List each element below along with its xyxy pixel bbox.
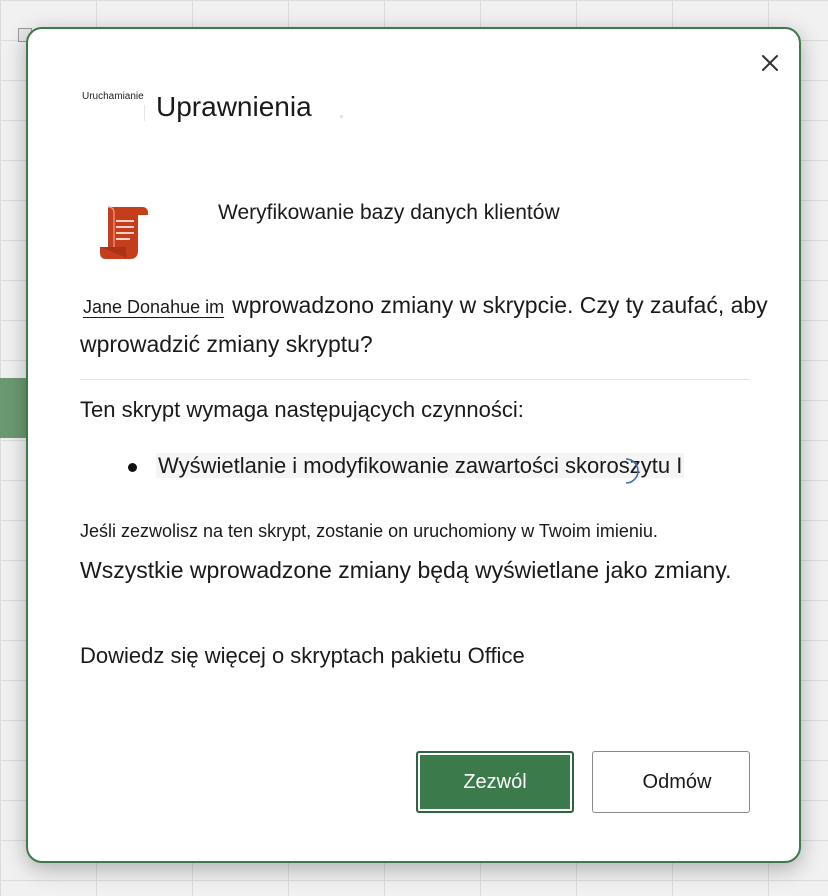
run-label: Uruchamianie	[82, 91, 144, 102]
permission-text: Wyświetlanie i modyfikowanie zawartości …	[156, 453, 685, 478]
bullet-icon	[128, 463, 137, 472]
script-scroll-icon	[94, 201, 156, 263]
script-name: Weryfikowanie bazy danych klientów	[218, 201, 560, 224]
list-item: Wyświetlanie i modyfikowanie zawartości …	[128, 453, 685, 479]
requires-heading: Ten skrypt wymaga następujących czynnośc…	[80, 397, 524, 422]
dialog-title: Uprawnienia	[156, 91, 312, 122]
header-divider	[144, 105, 145, 121]
permissions-dialog: Uruchamianie Uprawnienia Weryfikowanie b…	[26, 27, 801, 863]
author-link[interactable]: Jane Donahue im	[83, 289, 224, 326]
title-marker	[340, 115, 343, 118]
changes-note: Wszystkie wprowadzone zmiany będą wyświe…	[80, 557, 732, 583]
permissions-list: Wyświetlanie i modyfikowanie zawartości …	[128, 453, 685, 479]
close-icon	[762, 55, 778, 71]
allow-button[interactable]: Zezwól	[416, 751, 574, 813]
run-as-note: Jeśli zezwolisz na ten skrypt, zostanie …	[80, 521, 658, 541]
loading-cursor-icon	[625, 458, 639, 484]
intro-paragraph: Jane Donahue im wprowadzono zmiany w skry…	[80, 287, 770, 363]
learn-more-link[interactable]: Dowiedz się więcej o skryptach pakietu O…	[80, 643, 525, 669]
section-divider	[80, 379, 750, 380]
deny-button[interactable]: Odmów	[592, 751, 750, 813]
close-button[interactable]	[756, 49, 784, 77]
